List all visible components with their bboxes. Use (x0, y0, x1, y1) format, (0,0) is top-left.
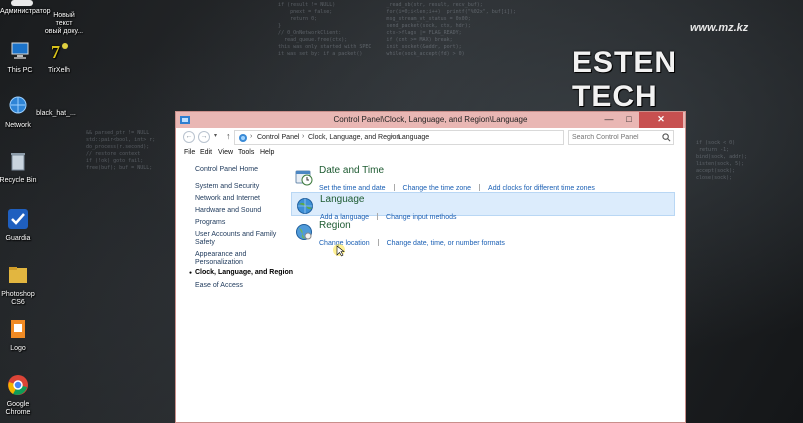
desktop-icon-this-pc[interactable]: This PC (0, 40, 42, 75)
sidebar-item-hardware-sound[interactable]: Hardware and Sound (195, 207, 261, 214)
navigation-toolbar: ← → ▾ ↑ › Control Panel › Clock, Languag… (176, 128, 685, 147)
desktop-icon-photoshop[interactable]: Photoshop CS6 (0, 264, 40, 307)
network-icon (9, 96, 27, 114)
breadcrumb-language[interactable]: Language (398, 134, 429, 141)
desktop-icon-label: Recycle Bin (0, 177, 37, 184)
desktop-icon-label: Guardia (5, 235, 31, 242)
link-divider (377, 239, 379, 246)
desktop-icon-label: CS6 (11, 299, 25, 306)
desktop-icon-label: Network (5, 122, 31, 129)
sidebar-item-system-security[interactable]: System and Security (195, 183, 259, 190)
category-title[interactable]: Region (319, 220, 351, 231)
svg-text:7: 7 (51, 42, 60, 62)
search-icon[interactable] (662, 133, 671, 142)
desktop-icon-black-hat[interactable]: black_hat_... (32, 110, 80, 118)
shield-check-icon (8, 209, 28, 229)
category-title[interactable]: Date and Time (319, 165, 384, 176)
set-time-date-link[interactable]: Set the time and date (319, 185, 386, 192)
control-panel-window: Control Panel\Clock, Language, and Regio… (175, 111, 686, 423)
menu-bar: File Edit View Tools Help (176, 147, 685, 160)
category-title[interactable]: Language (320, 194, 365, 205)
wallpaper-code-text-right: if (sock < 0) return -1; bind(sock, addr… (696, 140, 748, 181)
active-item-bullet-icon: ● (189, 270, 193, 276)
sidebar-item-network-internet[interactable]: Network and Internet (195, 195, 260, 202)
sidebar-item-programs[interactable]: Programs (195, 219, 225, 226)
document-icon (11, 0, 33, 6)
desktop-icon-label: Chrome (5, 409, 31, 416)
menu-edit[interactable]: Edit (200, 149, 212, 156)
desktop-icon-label: black_hat_... (36, 110, 76, 117)
desktop-icon-logo[interactable]: Logo (0, 318, 40, 353)
desktop-icon-label: TirXelh (48, 67, 70, 74)
search-box[interactable] (568, 130, 674, 145)
category-date-and-time: Date and Time Set the time and date Chang… (291, 164, 675, 192)
desktop-icon-tirxelh[interactable]: 7 TirXelh (37, 40, 81, 75)
sidebar-control-panel-home[interactable]: Control Panel Home (195, 166, 258, 173)
folder-icon (9, 267, 27, 283)
sidebar-item-user-accounts[interactable]: User Accounts and Family (195, 231, 276, 238)
desktop-icon-label: Photoshop (1, 291, 35, 298)
desktop-icon-label: Новый текст (53, 12, 75, 27)
link-divider (479, 184, 481, 191)
control-panel-icon (239, 134, 247, 142)
desktop-icon-label: This PC (7, 67, 33, 74)
category-links: Change location Change date, time, or num… (319, 232, 513, 250)
breadcrumb-separator: › (302, 133, 305, 140)
category-language[interactable]: Language Add a language Change input meth… (291, 192, 675, 221)
chrome-icon (8, 375, 28, 395)
desktop-icon-label: Google (6, 401, 30, 408)
add-clocks-link[interactable]: Add clocks for different time zones (488, 185, 595, 192)
sidebar-item-user-accounts-line2[interactable]: Safety (195, 239, 215, 246)
seven-tuner-icon: 7 (51, 42, 68, 62)
change-formats-link[interactable]: Change date, time, or number formats (387, 240, 505, 247)
menu-help[interactable]: Help (260, 149, 274, 156)
region-globe-icon (296, 224, 312, 240)
desktop-icon-label: овый доку... (44, 28, 84, 35)
watermark-url: www.mz.kz (690, 22, 749, 34)
up-arrow-icon[interactable]: ↑ (226, 131, 231, 141)
sidebar-item-appearance[interactable]: Appearance and (195, 251, 246, 258)
minimize-button[interactable]: — (599, 112, 619, 128)
wallpaper-code-text: if (result != NULL) _read_sb(str, result… (278, 2, 516, 57)
maximize-button[interactable]: □ (619, 112, 639, 128)
breadcrumb-separator: › (391, 133, 394, 140)
watermark: www.mz.kz ESTEN TECH (572, 22, 772, 113)
sidebar-item-ease-of-access[interactable]: Ease of Access (195, 282, 243, 289)
title-bar[interactable]: Control Panel\Clock, Language, and Regio… (176, 112, 685, 128)
breadcrumb-control-panel[interactable]: Control Panel (257, 134, 299, 141)
recent-locations-chevron-icon[interactable]: ▾ (214, 132, 217, 139)
forward-arrow-icon[interactable]: → (198, 131, 210, 143)
image-file-icon (11, 320, 25, 338)
breadcrumb-separator: › (250, 133, 253, 140)
menu-tools[interactable]: Tools (238, 149, 254, 156)
back-arrow-icon[interactable]: ← (183, 131, 195, 143)
menu-file[interactable]: File (184, 149, 195, 156)
breadcrumb-clock-language-region[interactable]: Clock, Language, and Region (308, 134, 400, 141)
close-button[interactable]: ✕ (639, 112, 683, 128)
language-globe-icon (297, 198, 313, 214)
desktop-icon-chrome[interactable]: Google Chrome (0, 374, 40, 417)
desktop-icon-new-text[interactable]: Новый текст овый доку... (44, 12, 84, 36)
mouse-cursor-highlight-icon (333, 244, 345, 257)
menu-view[interactable]: View (218, 149, 233, 156)
clock-calendar-icon (295, 170, 313, 186)
link-divider (393, 184, 395, 191)
watermark-logo: ESTEN TECH (572, 46, 678, 113)
address-bar[interactable]: › Control Panel › Clock, Language, and R… (234, 130, 619, 145)
sidebar-item-clock-language-region[interactable]: Clock, Language, and Region (195, 269, 293, 276)
desktop-icon-label: Logo (10, 345, 26, 352)
this-pc-icon (11, 42, 29, 59)
category-region: Region Change location Change date, time,… (291, 219, 675, 247)
desktop-icon-admin-doc[interactable]: Администратор (0, 0, 51, 16)
desktop-icon-label: Администратор (0, 8, 51, 15)
desktop-icon-recycle-bin[interactable]: Recycle Bin (0, 150, 40, 185)
search-input[interactable] (572, 132, 658, 143)
change-time-zone-link[interactable]: Change the time zone (403, 185, 472, 192)
sidebar-item-appearance-line2[interactable]: Personalization (195, 259, 243, 266)
recycle-bin-icon (11, 153, 25, 171)
wallpaper-code-text-left: && parsed_ptr != NULL std::pair<bool, in… (86, 130, 156, 171)
desktop-icon-guardia[interactable]: Guardia (0, 208, 40, 243)
main-content: Control Panel Home System and Security N… (176, 160, 685, 422)
